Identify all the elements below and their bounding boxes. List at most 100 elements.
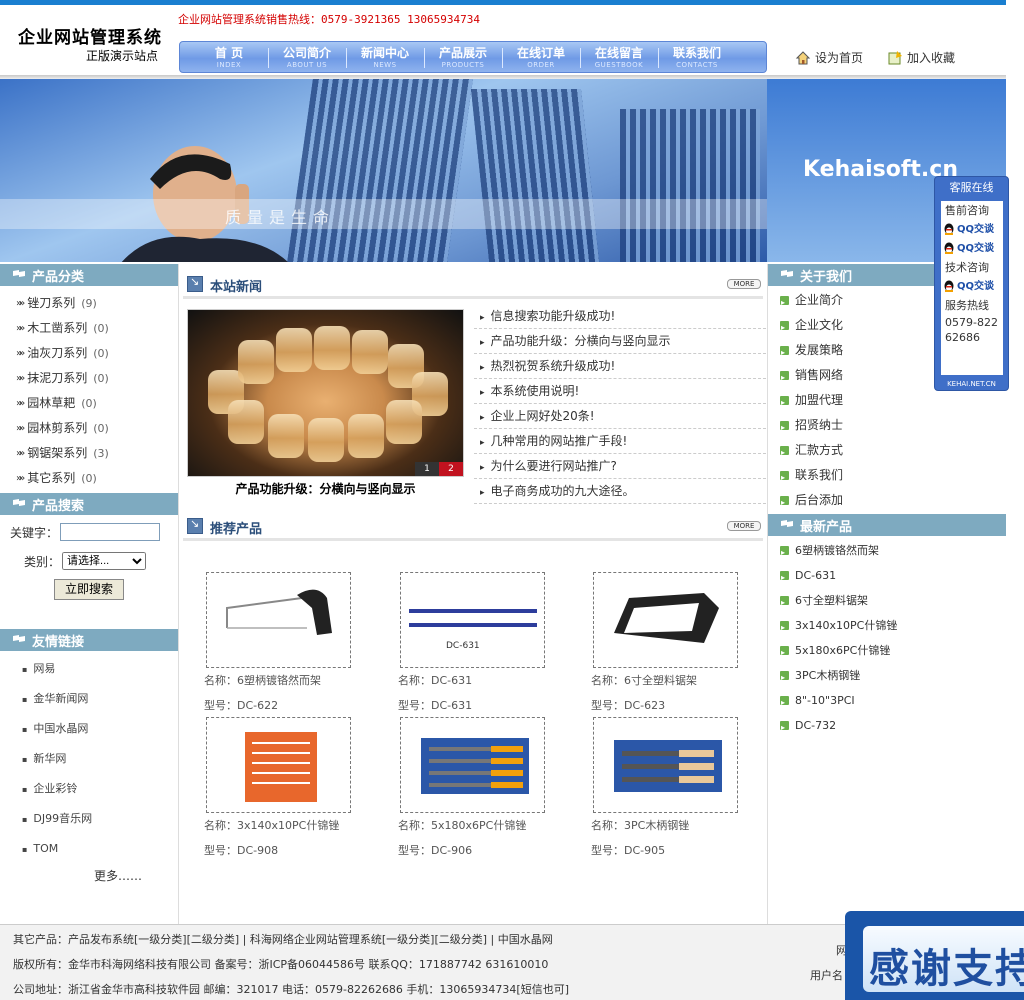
footer-address: 公司地址：浙江省金华市高科技软件园 邮编：321017 电话：0579-8226… xyxy=(13,983,569,996)
about-item[interactable]: 汇款方式 xyxy=(780,438,1006,465)
nav-item-contacts[interactable]: 联系我们 CONTACTS xyxy=(658,42,736,72)
online-service-widget: 客服在线 售前咨询 QQ交谈 QQ交谈 技术咨询 QQ交谈 服务热线 0579-… xyxy=(934,176,1009,391)
category-name: 其它系列 xyxy=(27,471,76,485)
new-product-label: 8"-10"3PCI xyxy=(795,694,855,707)
more-links[interactable]: 更多…… xyxy=(94,867,178,884)
qq-chat-button[interactable]: QQ交谈 xyxy=(941,220,1003,239)
news-item[interactable]: 电子商务成功的九大途径。 xyxy=(474,479,766,504)
file-set-icon xyxy=(245,732,317,802)
product-name[interactable]: DC-631 xyxy=(431,674,472,687)
category-item[interactable]: »» 钢锯架系列 (3) xyxy=(16,441,178,466)
friend-link[interactable]: TOM xyxy=(22,834,178,864)
news-item[interactable]: 企业上网好处20条! xyxy=(474,404,766,429)
footer-other-products: 其它产品：产品发布系统[一级分类][二级分类] | 科海网络企业网站管理系统[一… xyxy=(13,933,553,946)
double-chevron-icon: »» xyxy=(16,398,25,409)
category-item[interactable]: »» 木工凿系列 (0) xyxy=(16,316,178,341)
product-image[interactable] xyxy=(400,717,545,813)
new-product-item[interactable]: 3x140x10PC什锦锉 xyxy=(780,613,1006,640)
nav-item-guestbook[interactable]: 在线留言 GUESTBOOK xyxy=(580,42,658,72)
news-more-button[interactable]: MORE xyxy=(727,279,761,289)
product-card[interactable]: 名称：3PC木柄钢锉 型号：DC-905 xyxy=(591,717,741,863)
news-slideshow-image[interactable]: 1 2 xyxy=(187,309,464,477)
product-image[interactable] xyxy=(206,572,351,668)
set-homepage-link[interactable]: 设为首页 xyxy=(795,49,863,66)
product-card[interactable]: 名称：3x140x10PC什锦锉 型号：DC-908 xyxy=(204,717,354,863)
nav-item-products[interactable]: 产品展示 PRODUCTS xyxy=(424,42,502,72)
new-product-item[interactable]: 3PC木柄钢锉 xyxy=(780,663,1006,690)
category-item[interactable]: »» 其它系列 (0) xyxy=(16,466,178,491)
about-item-label: 企业文化 xyxy=(795,318,844,332)
category-item[interactable]: »» 油灰刀系列 (0) xyxy=(16,341,178,366)
friend-link[interactable]: 新华网 xyxy=(22,744,178,774)
news-item[interactable]: 产品功能升级：分横向与竖向显示 xyxy=(474,329,766,354)
news-item[interactable]: 为什么要进行网站推广? xyxy=(474,454,766,479)
category-item[interactable]: »» 园林剪系列 (0) xyxy=(16,416,178,441)
hacksaw-icon xyxy=(614,593,719,643)
nav-item-index[interactable]: 首 页 INDEX xyxy=(190,42,268,72)
nav-label: 在线订单 xyxy=(516,46,565,60)
product-card[interactable]: 名称：6塑柄镀铬然而架 型号：DC-622 xyxy=(204,572,354,718)
news-item[interactable]: 几种常用的网站推广手段! xyxy=(474,429,766,454)
new-product-item[interactable]: DC-732 xyxy=(780,713,1006,740)
nav-item-news[interactable]: 新闻中心 NEWS xyxy=(346,42,424,72)
friend-link[interactable]: DJ99音乐网 xyxy=(22,804,178,834)
thanks-popup[interactable]: 感谢支持 xyxy=(845,911,1024,1000)
product-name[interactable]: 3PC木柄钢锉 xyxy=(624,819,689,832)
main-content: 本站新闻 MORE 1 2 产品功能升级：分横向与竖向显示 信息搜索功能升级成功… xyxy=(183,264,766,924)
nav-item-about[interactable]: 公司简介 ABOUT US xyxy=(268,42,346,72)
nav-label: 首 页 xyxy=(214,46,244,60)
green-arrow-icon xyxy=(780,540,789,565)
news-item[interactable]: 信息搜索功能升级成功! xyxy=(474,304,766,329)
bead-shape xyxy=(238,340,274,384)
pager-page-2[interactable]: 2 xyxy=(439,462,463,476)
product-card[interactable]: DC-631 名称：DC-631 型号：DC-631 xyxy=(398,572,548,718)
products-more-button[interactable]: MORE xyxy=(727,521,761,531)
friend-link[interactable]: 网易 xyxy=(22,654,178,684)
news-item[interactable]: 本系统使用说明! xyxy=(474,379,766,404)
pager-page-1[interactable]: 1 xyxy=(415,462,439,476)
product-card[interactable]: 名称：5x180x6PC什锦锉 型号：DC-906 xyxy=(398,717,548,863)
friend-link[interactable]: 企业彩铃 xyxy=(22,774,178,804)
category-item[interactable]: »» 锉刀系列 (9) xyxy=(16,291,178,316)
search-button[interactable]: 立即搜索 xyxy=(54,579,125,600)
product-model: DC-908 xyxy=(237,844,279,857)
section-flag-icon xyxy=(13,499,25,506)
about-item[interactable]: 后台添加 xyxy=(780,488,1006,515)
product-card[interactable]: 名称：6寸全塑料锯架 型号：DC-623 xyxy=(591,572,741,718)
category-item[interactable]: »» 抹泥刀系列 (0) xyxy=(16,366,178,391)
product-model-label: 型号： xyxy=(398,844,431,857)
new-product-item[interactable]: 8"-10"3PCI xyxy=(780,688,1006,715)
friend-link[interactable]: 金华新闻网 xyxy=(22,684,178,714)
about-item[interactable]: 招贤纳士 xyxy=(780,413,1006,440)
product-image[interactable] xyxy=(593,572,738,668)
product-model: DC-905 xyxy=(624,844,666,857)
product-name[interactable]: 3x140x10PC什锦锉 xyxy=(237,819,339,832)
product-image[interactable]: DC-631 xyxy=(400,572,545,668)
new-product-item[interactable]: DC-631 xyxy=(780,563,1006,590)
nav-item-order[interactable]: 在线订单 ORDER xyxy=(502,42,580,72)
qq-chat-button[interactable]: QQ交谈 xyxy=(941,277,1003,296)
add-favorite-link[interactable]: 加入收藏 xyxy=(887,49,955,66)
about-item[interactable]: 联系我们 xyxy=(780,463,1006,490)
new-product-item[interactable]: 6寸全塑料锯架 xyxy=(780,588,1006,615)
new-product-item[interactable]: 5x180x6PC什锦锉 xyxy=(780,638,1006,665)
slideshow-caption[interactable]: 产品功能升级：分横向与竖向显示 xyxy=(187,480,464,497)
about-item[interactable]: 加盟代理 xyxy=(780,388,1006,415)
double-chevron-icon: »» xyxy=(16,323,25,334)
new-product-item[interactable]: 6塑柄镀铬然而架 xyxy=(780,538,1006,565)
category-item[interactable]: »» 园林草耙 (0) xyxy=(16,391,178,416)
product-name-row: 名称：DC-631 xyxy=(398,668,548,693)
product-name[interactable]: 6寸全塑料锯架 xyxy=(624,674,697,687)
qq-chat-button[interactable]: QQ交谈 xyxy=(941,239,1003,258)
keyword-input[interactable] xyxy=(60,523,161,541)
slideshow-pager: 1 2 xyxy=(415,462,463,476)
sales-hotline: 企业网站管理系统销售热线：0579-3921365 13065934734 xyxy=(178,13,480,26)
favorite-icon xyxy=(888,50,902,64)
product-image[interactable] xyxy=(593,717,738,813)
friend-link[interactable]: 中国水晶网 xyxy=(22,714,178,744)
category-select[interactable]: 请选择... xyxy=(62,552,147,570)
product-image[interactable] xyxy=(206,717,351,813)
product-name[interactable]: 6塑柄镀铬然而架 xyxy=(237,674,321,687)
news-item[interactable]: 热烈祝贺系统升级成功! xyxy=(474,354,766,379)
product-name[interactable]: 5x180x6PC什锦锉 xyxy=(431,819,526,832)
